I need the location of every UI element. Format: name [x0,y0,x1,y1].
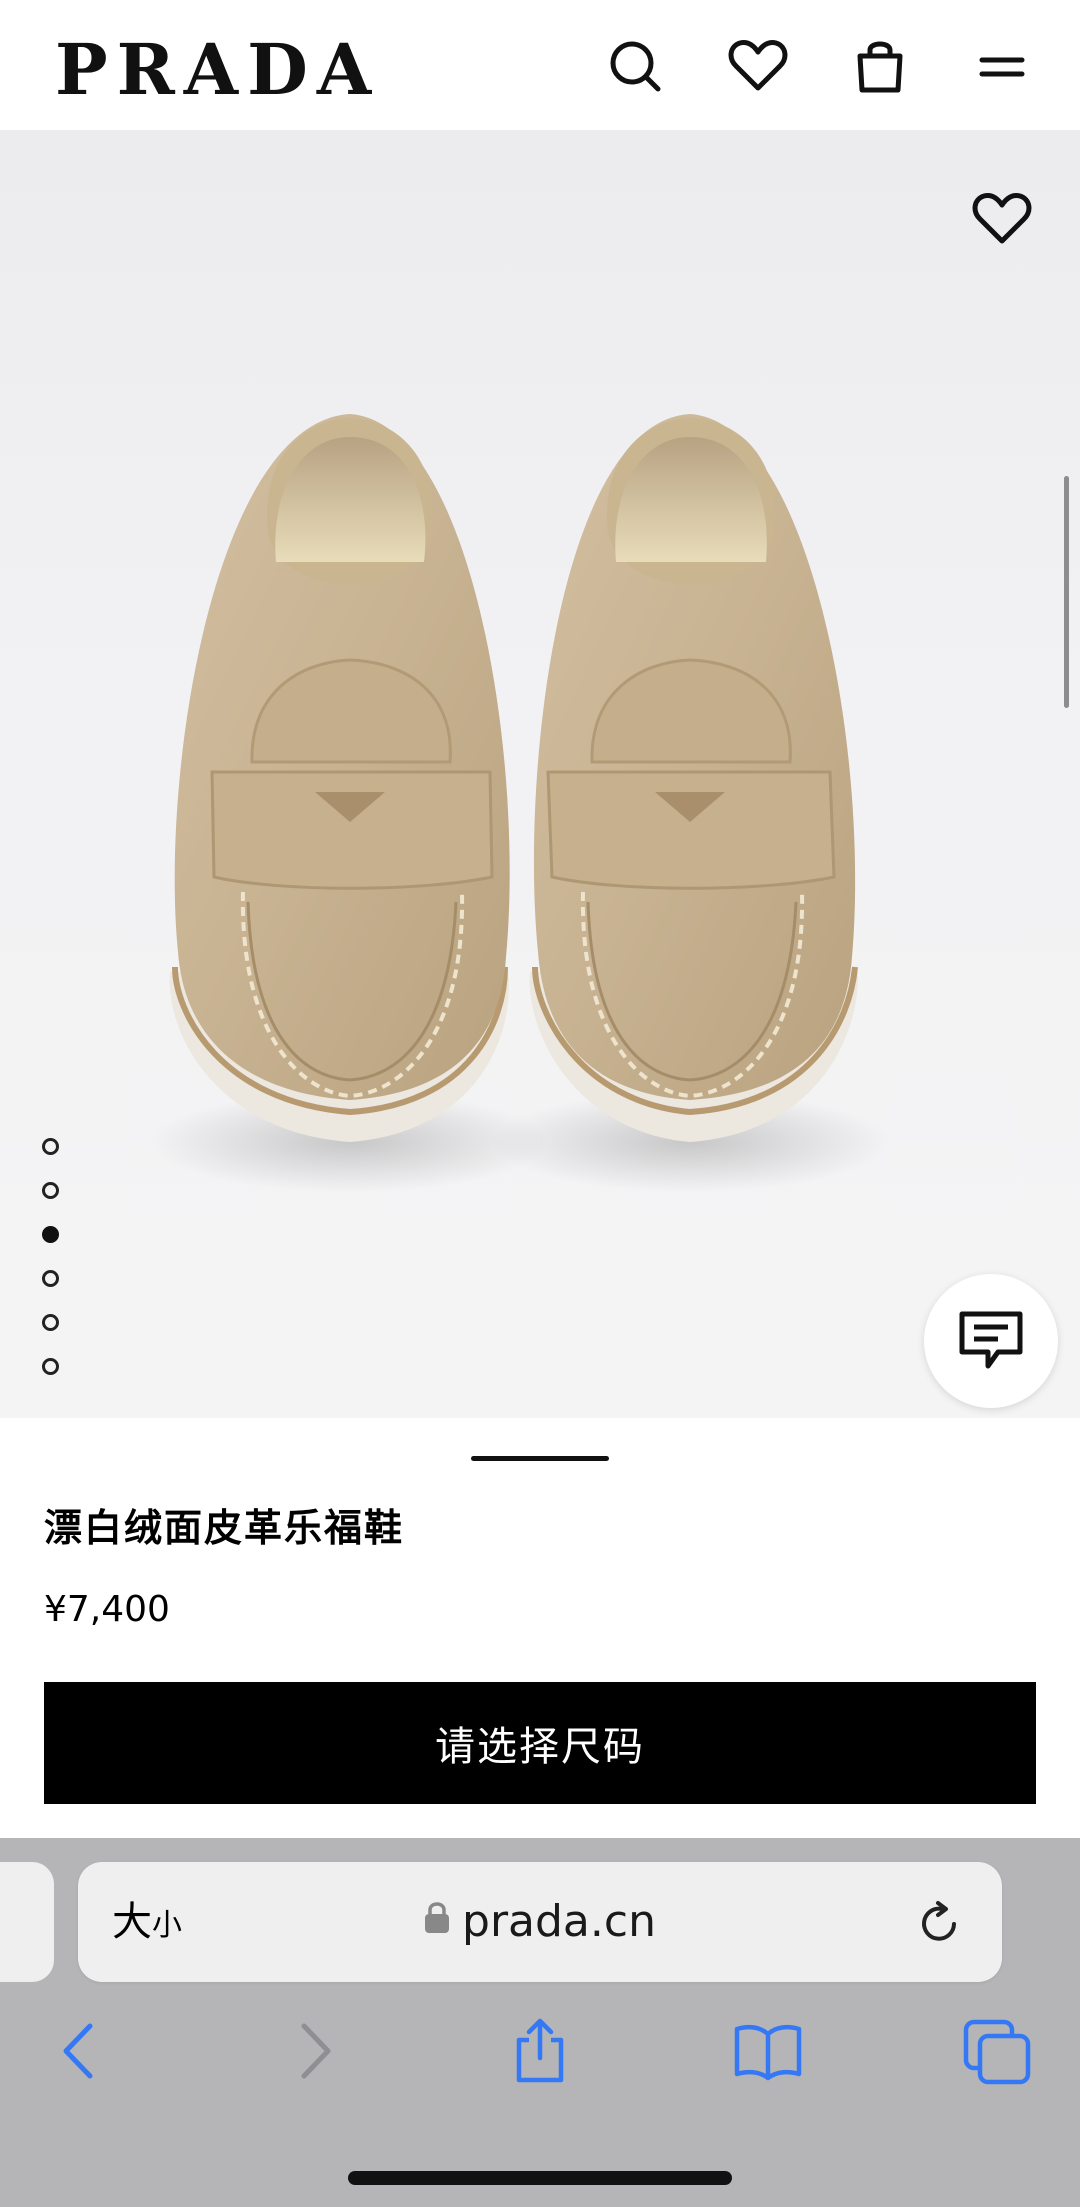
address-bar[interactable]: 大小 prada.cn [78,1862,1002,1982]
product-info-sheet: 漂白绒面皮革乐福鞋 ¥7,400 请选择尺码 [0,1418,1080,1838]
product-image-gallery[interactable] [0,132,1080,1418]
lock-icon [424,1892,450,1948]
left-loafer [169,414,510,1142]
gallery-dot[interactable] [42,1270,59,1287]
url-text: prada.cn [462,1896,656,1947]
gallery-dot[interactable] [42,1182,59,1199]
favorite-heart-icon[interactable] [970,187,1034,251]
gallery-dot-active[interactable] [42,1226,59,1243]
product-name: 漂白绒面皮革乐福鞋 [44,1506,405,1550]
gallery-dot[interactable] [42,1314,59,1331]
gallery-dot[interactable] [42,1358,59,1375]
forward-arrow-icon[interactable] [280,2016,350,2086]
search-icon[interactable] [604,34,668,98]
chat-button[interactable] [924,1274,1058,1408]
prada-logo[interactable]: PRADA [55,30,380,110]
right-loafer [529,414,859,1142]
page-scroll-indicator[interactable] [1064,476,1069,708]
product-price: ¥7,400 [44,1589,170,1630]
reload-icon[interactable] [914,1898,964,1948]
site-header: PRADA [0,0,1080,132]
shopping-bag-icon[interactable] [848,34,912,98]
wishlist-heart-icon[interactable] [726,34,790,98]
gallery-pagination [42,1138,64,1402]
home-indicator[interactable] [348,2171,732,2185]
gallery-dot[interactable] [42,1138,59,1155]
sheet-grabber[interactable] [471,1456,609,1461]
bookmarks-icon[interactable] [733,2016,803,2086]
tabs-icon[interactable] [962,2016,1032,2086]
back-arrow-icon[interactable] [46,2016,116,2086]
browser-toolbar: 大小 prada.cn [0,1838,1080,2207]
menu-icon[interactable] [970,34,1034,98]
previous-tab-preview[interactable] [0,1862,54,1982]
select-size-button[interactable]: 请选择尺码 [44,1682,1036,1804]
share-icon[interactable] [505,2016,575,2086]
chat-icon [959,1311,1023,1369]
product-photo [150,414,890,1192]
